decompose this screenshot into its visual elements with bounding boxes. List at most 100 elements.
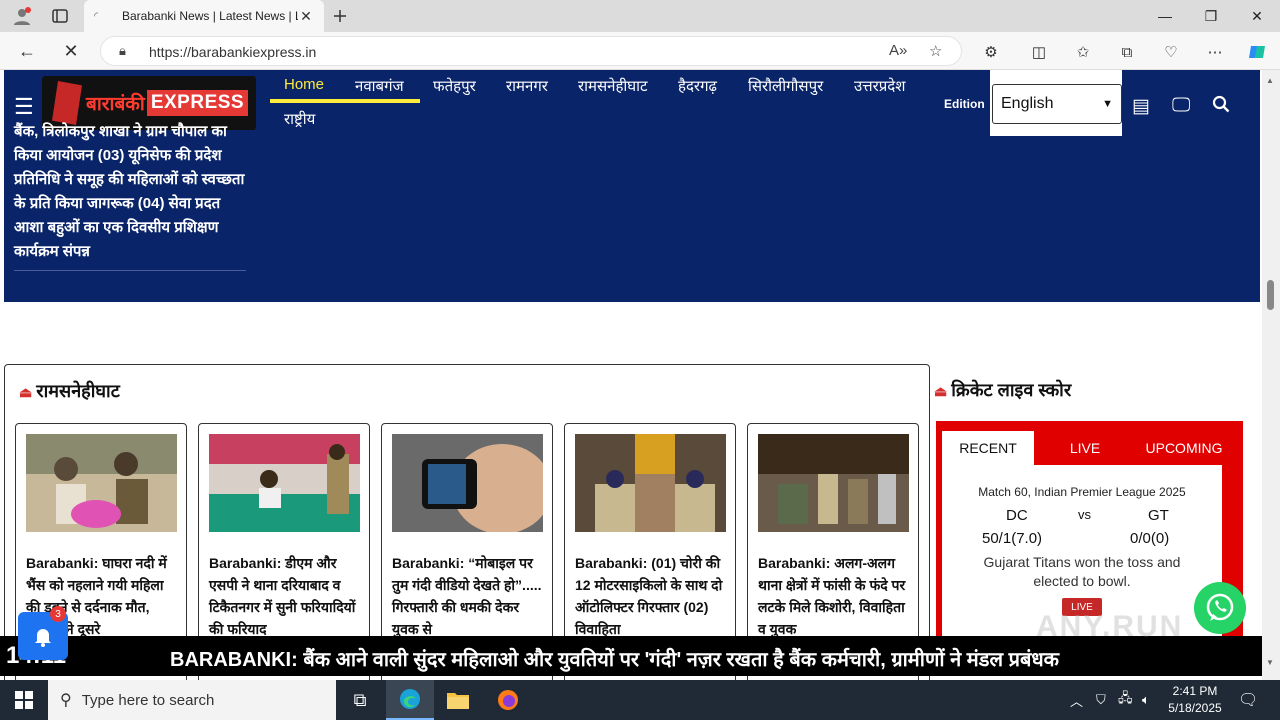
back-button[interactable]: ← [16,40,38,62]
ticker-divider [14,270,246,271]
new-tab-icon[interactable] [330,6,350,26]
url-box[interactable]: 🔒︎ https://barabankiexpress.in A» ☆ [100,36,962,66]
edition-box: English ▼ [990,70,1122,136]
restore-button[interactable]: ❐ [1188,0,1234,32]
url-text[interactable]: https://barabankiexpress.in [149,44,316,60]
notification-bell-icon[interactable]: 3 [18,606,68,660]
news-image[interactable] [26,434,177,532]
menu-item-uttarpradesh[interactable]: उत्तरप्रदेश [854,76,905,96]
menu-item-ramnagar[interactable]: रामनगर [506,76,548,96]
close-tab-icon[interactable]: ✕ [298,8,314,25]
extensions-icon[interactable]: ⚙ [980,41,1002,63]
windows-taskbar: ⚲ Type here to search ⧉ ︿ ⛉ 🖧︎ 🔈︎ 2:41 P… [0,680,1280,720]
firefox-icon[interactable] [484,680,532,720]
whatsapp-icon[interactable] [1194,582,1246,634]
menu-item-fatehpur[interactable]: फतेहपुर [433,76,476,96]
search-icon[interactable] [1212,95,1230,119]
scroll-down-icon[interactable]: ▼ [1266,658,1274,667]
more-menu-icon[interactable]: ⋯ [1204,41,1226,63]
browser-tab-bar: ◜ Barabanki News | Latest News | L ✕ — ❐… [0,0,1280,32]
menu-hamburger-icon[interactable]: ☰ [14,94,34,120]
cricket-section-title: ⏏ क्रिकेट लाइव स्कोर [934,378,1071,402]
page-viewport: ☰ बाराबंकी EXPRESS Home नवाबगंज फतेहपुर … [0,70,1262,680]
edition-select[interactable]: English ▼ [992,84,1122,124]
match-info: Gujarat Titans won the toss and elected … [983,554,1181,589]
epaper-icon[interactable]: ▤ [1132,95,1150,118]
cricket-title-text: क्रिकेट लाइव स्कोर [951,380,1072,400]
news-headline[interactable]: Barabanki: डीएम और एसपी ने थाना दरियाबाद… [209,552,363,640]
profile-icon[interactable] [12,6,32,26]
logo-mark [52,81,82,125]
edition-label: Edition [944,97,985,111]
tab-recent[interactable]: RECENT [942,431,1034,465]
section-ramsanehighat: ⏏ रामसनेहीघाट Barabanki: घाघरा नदी में भै… [4,364,930,680]
menu-item-haidergarh[interactable]: हैदरगढ़ [678,76,717,96]
tab-live[interactable]: LIVE [1042,431,1128,465]
taskbar-time: 2:41 PM [1172,684,1218,698]
chevron-down-icon: ▼ [1102,98,1113,110]
scroll-thumb[interactable] [1267,280,1274,310]
match-title: Match 60, Indian Premier League 2025 [978,485,1186,499]
eject-icon: ⏏ [934,383,948,399]
notification-center-icon[interactable]: 🗨︎ [1238,680,1258,720]
minimize-button[interactable]: — [1142,0,1188,32]
browser-tab[interactable]: ◜ Barabanki News | Latest News | L ✕ [84,0,324,32]
security-tray-icon[interactable]: ⛉ [1096,680,1106,720]
edition-selected-value: English [1001,95,1054,112]
tv-icon[interactable]: 🖵︎ [1172,95,1190,117]
team-1-score: 50/1(7.0) [982,530,1043,547]
ticker-text: बैंक, त्रिलोकपुर शाखा ने ग्राम चौपाल का … [14,123,245,260]
scroll-up-icon[interactable]: ▲ [1266,76,1274,85]
page-scrollbar[interactable]: ▲ ▼ [1262,70,1280,680]
site-header: ☰ बाराबंकी EXPRESS Home नवाबगंज फतेहपुर … [4,70,1260,302]
task-view-icon[interactable]: ⧉ [336,680,384,720]
news-image[interactable] [392,434,552,534]
headline-ticker[interactable]: बैंक, त्रिलोकपुर शाखा ने ग्राम चौपाल का … [14,120,246,271]
search-icon: ⚲ [60,692,72,709]
breaking-news-text[interactable]: BARABANKI: बैंक आने वाली सुंदर महिलाओ और… [170,645,1059,672]
news-headline[interactable]: Barabanki: अलग-अलग थाना क्षेत्रों में फा… [758,552,912,640]
lock-icon[interactable]: 🔒︎ [119,43,126,59]
file-explorer-icon[interactable] [434,680,482,720]
address-bar-row: ← ✕ 🔒︎ https://barabankiexpress.in A» ☆ … [0,32,1280,70]
section-title-text: रामसनेहीघाट [36,381,120,401]
news-image[interactable] [209,434,360,532]
tab-upcoming[interactable]: UPCOMING [1134,431,1234,465]
vs-label: vs [1078,507,1091,522]
favorites-icon[interactable]: ✩ [1072,41,1094,63]
notification-badge: 3 [50,606,66,622]
split-screen-icon[interactable]: ◫ [1028,41,1050,63]
network-icon[interactable]: 🖧︎ [1118,680,1133,720]
search-placeholder: Type here to search [81,691,215,709]
browser-essentials-icon[interactable]: ♡ [1160,41,1182,63]
taskbar-clock[interactable]: 2:41 PM 5/18/2025 [1160,683,1230,717]
favorite-star-icon[interactable]: ☆ [929,42,942,60]
collections-icon[interactable]: ⧉ [1116,41,1138,63]
close-window-button[interactable]: ✕ [1234,0,1280,32]
taskbar-search[interactable]: ⚲ Type here to search [48,680,336,720]
news-headline[interactable]: Barabanki: “मोबाइल पर तुम गंदी वीडियो दे… [392,552,546,640]
start-button[interactable] [0,680,48,720]
tab-actions-icon[interactable] [50,6,70,26]
menu-item-siraulighauspur[interactable]: सिरौलीगौसपुर [748,76,823,96]
volume-icon[interactable]: 🔈︎ [1142,680,1150,720]
stop-loading-button[interactable]: ✕ [60,40,82,62]
cricket-tabs: RECENT LIVE UPCOMING [942,431,1238,465]
taskbar-date: 5/18/2025 [1168,701,1222,715]
team-2: GT [1148,507,1169,524]
menu-item-national[interactable]: राष्ट्रीय [284,109,315,129]
menu-item-home[interactable]: Home [284,76,324,93]
tray-overflow-icon[interactable]: ︿ [1070,680,1083,720]
news-image[interactable] [758,434,909,532]
eject-icon: ⏏ [19,384,33,400]
news-headline[interactable]: Barabanki: (01) चोरी की 12 मोटरसाइकिलो क… [575,552,729,640]
clock-divider [84,636,94,676]
news-image[interactable] [575,434,726,532]
edge-taskbar-icon[interactable] [386,680,434,720]
menu-item-ramsanehighat[interactable]: रामसनेहीघाट [578,76,648,96]
read-aloud-icon[interactable]: A» [889,42,907,59]
copilot-icon[interactable] [1246,41,1268,63]
anyrun-watermark: ANY.RUN [1036,610,1184,643]
logo-english-text: EXPRESS [146,90,249,116]
menu-item-nawabganj[interactable]: नवाबगंज [355,76,404,96]
